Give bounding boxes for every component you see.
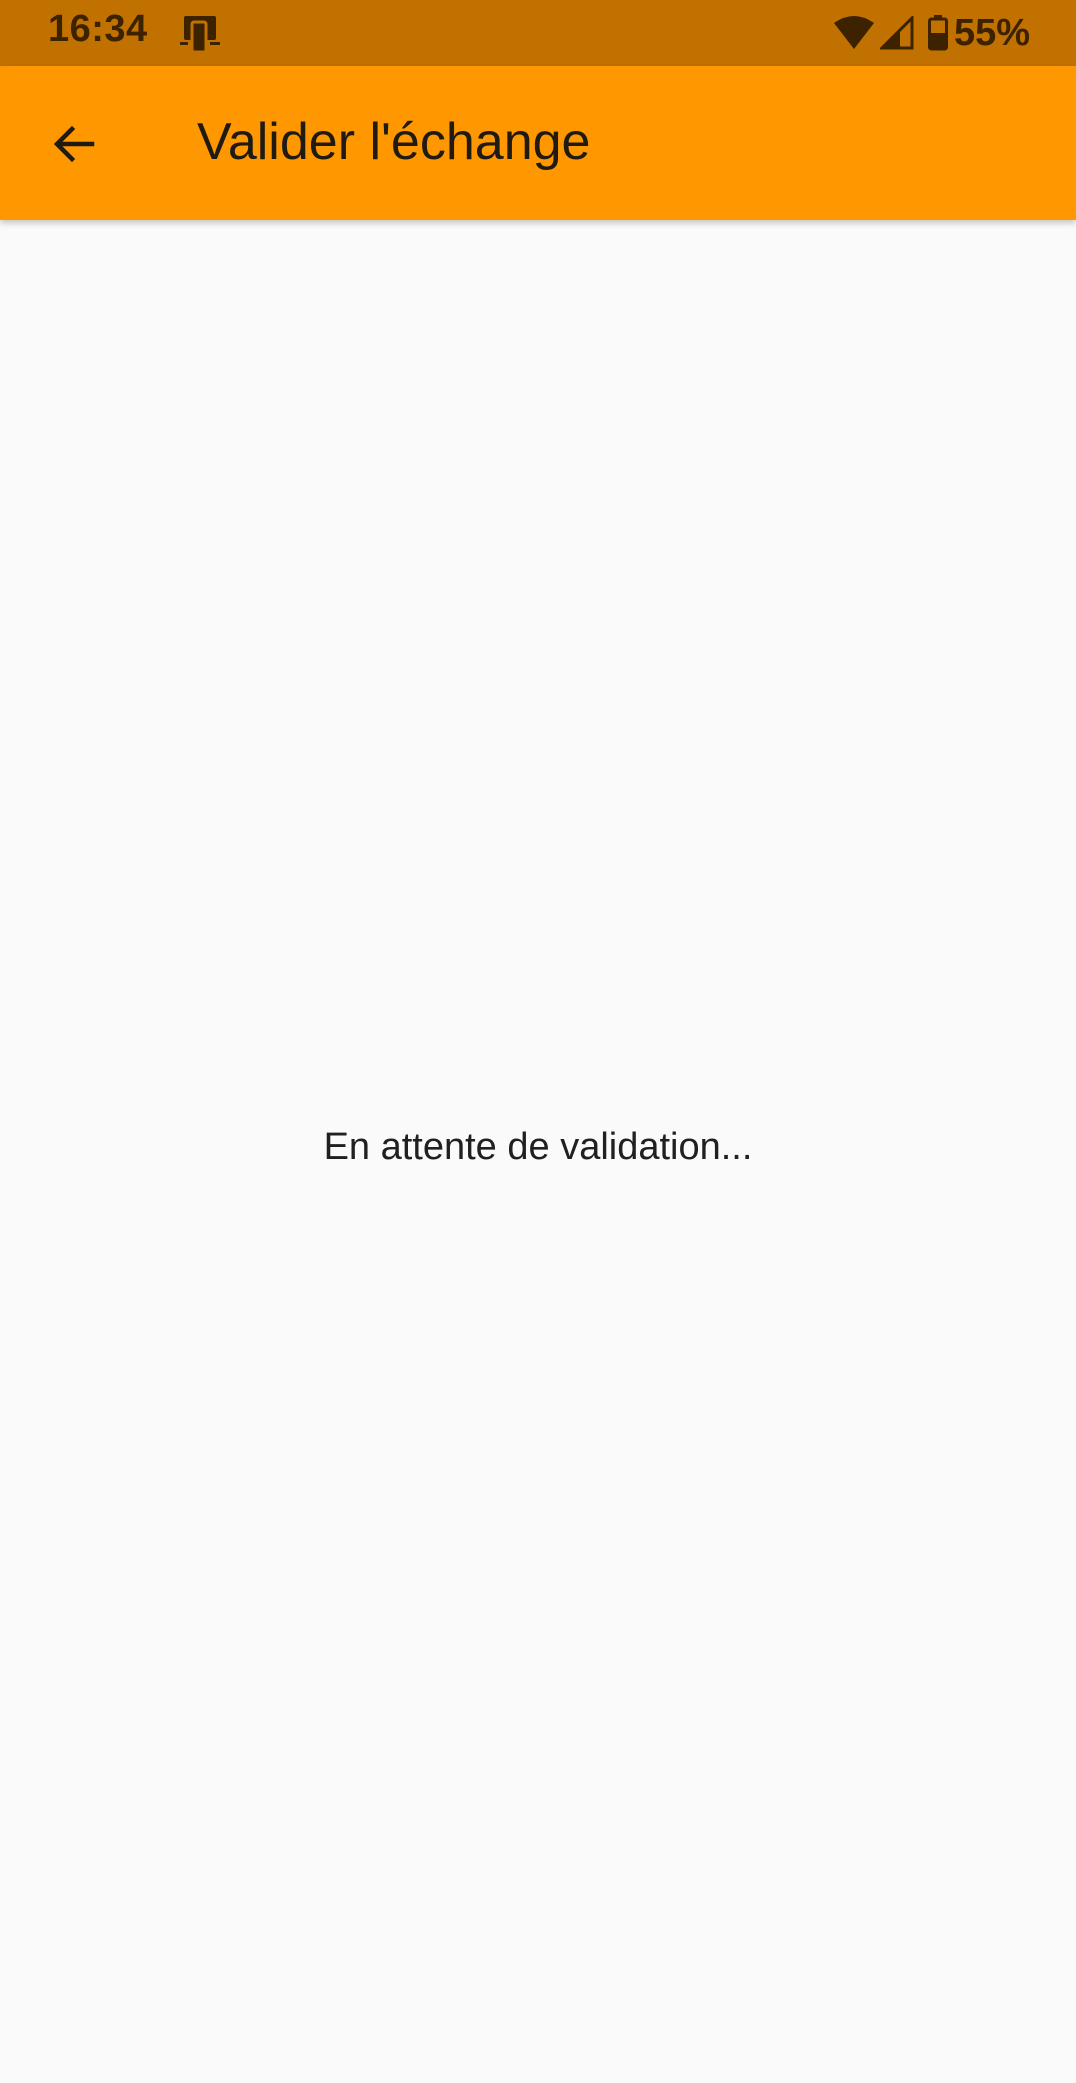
waiting-message: En attente de validation... (323, 1126, 753, 1168)
arrow-back-icon (53, 125, 95, 163)
battery-percent: 55% (953, 11, 1030, 54)
page-title: Valider l'échange (197, 113, 591, 171)
back-button[interactable] (36, 106, 112, 182)
status-time: 16:34 (48, 8, 148, 50)
app-bar: Valider l'échange (0, 66, 1076, 220)
cast-device-icon (180, 14, 220, 54)
status-icons: 55% (832, 8, 1030, 58)
status-bar: 16:34 55% (0, 0, 1076, 66)
signal-icon (879, 16, 914, 50)
screen: 16:34 55% Valider l'échange En attente d… (0, 0, 1076, 2083)
wifi-icon (832, 15, 876, 51)
battery-icon (927, 15, 948, 51)
